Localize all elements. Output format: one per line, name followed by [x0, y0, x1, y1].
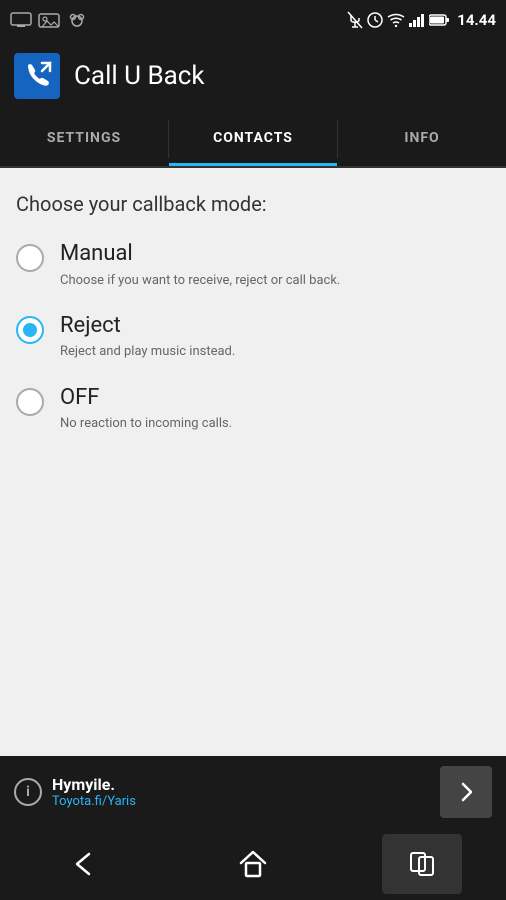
radio-off[interactable]	[16, 388, 44, 416]
option-off-label: OFF	[60, 384, 232, 413]
option-off-row[interactable]: OFF No reaction to incoming calls.	[16, 384, 490, 434]
tab-contacts[interactable]: CONTACTS	[169, 112, 337, 166]
clock-icon	[367, 12, 383, 28]
ad-bar: i Hymyile. Toyota.fi/Yaris	[0, 756, 506, 828]
option-reject-label: Reject	[60, 312, 235, 341]
recents-icon	[407, 849, 437, 879]
content-area: Choose your callback mode: Manual Choose…	[0, 168, 506, 756]
nav-bar	[0, 828, 506, 900]
ad-url: Toyota.fi/Yaris	[52, 794, 430, 809]
option-off-text: OFF No reaction to incoming calls.	[60, 384, 232, 434]
battery-icon	[429, 14, 449, 26]
option-off-desc: No reaction to incoming calls.	[60, 415, 232, 433]
phone-icon	[22, 61, 52, 91]
tab-settings[interactable]: SETTINGS	[0, 112, 168, 166]
option-reject-desc: Reject and play music instead.	[60, 343, 235, 361]
arrow-right-icon	[454, 780, 478, 804]
home-icon	[238, 849, 268, 879]
recents-button[interactable]	[382, 834, 462, 894]
status-bar: 14.44	[0, 0, 506, 40]
ad-arrow-button[interactable]	[440, 766, 492, 818]
screen-icon	[10, 12, 32, 28]
wifi-icon	[387, 13, 405, 27]
option-manual-text: Manual Choose if you want to receive, re…	[60, 240, 340, 290]
app-bar: Call U Back	[0, 40, 506, 112]
option-manual-row[interactable]: Manual Choose if you want to receive, re…	[16, 240, 490, 290]
back-button[interactable]	[44, 834, 124, 894]
tab-info[interactable]: INFO	[338, 112, 506, 166]
ad-title: Hymyile.	[52, 775, 430, 794]
photo-icon	[38, 12, 60, 28]
radio-reject[interactable]	[16, 316, 44, 344]
back-icon	[67, 850, 101, 878]
status-icons-left	[10, 12, 88, 28]
mute-icon	[347, 11, 363, 29]
option-reject-text: Reject Reject and play music instead.	[60, 312, 235, 362]
tab-bar: SETTINGS CONTACTS INFO	[0, 112, 506, 168]
option-manual-label: Manual	[60, 240, 340, 269]
home-button[interactable]	[213, 834, 293, 894]
section-title: Choose your callback mode:	[16, 192, 490, 216]
status-icons-right: 14.44	[347, 11, 496, 29]
time-display: 14.44	[457, 11, 496, 29]
app-icon	[14, 53, 60, 99]
signal-icon	[409, 13, 425, 27]
frog-icon	[66, 12, 88, 28]
option-manual-desc: Choose if you want to receive, reject or…	[60, 272, 340, 290]
app-title: Call U Back	[74, 61, 205, 91]
option-reject-row[interactable]: Reject Reject and play music instead.	[16, 312, 490, 362]
ad-text-block: Hymyile. Toyota.fi/Yaris	[42, 775, 440, 809]
radio-manual[interactable]	[16, 244, 44, 272]
ad-info-icon: i	[14, 778, 42, 806]
